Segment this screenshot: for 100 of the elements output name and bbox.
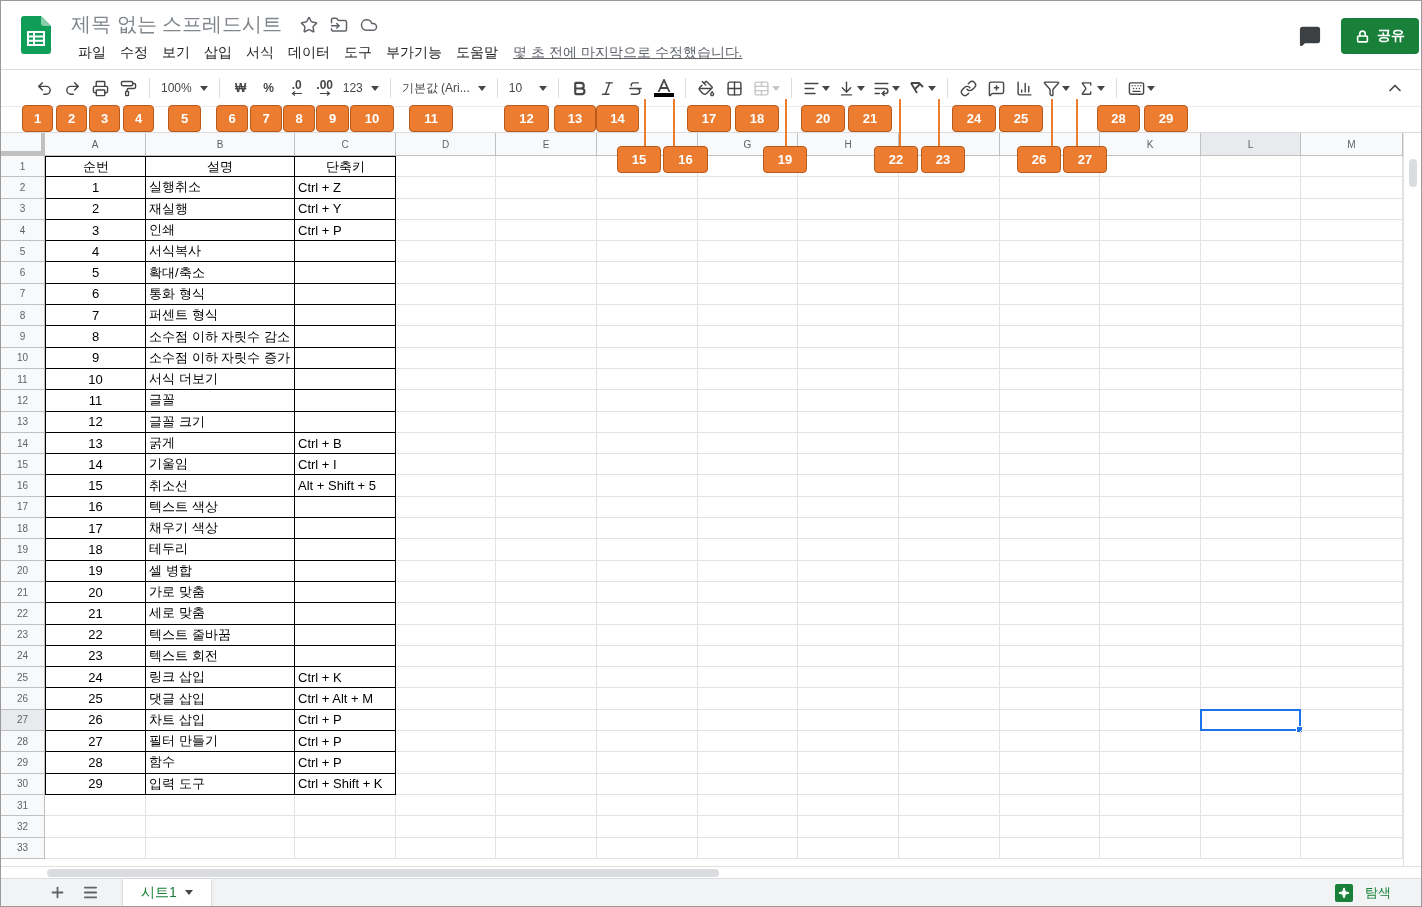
strikethrough-icon: [627, 79, 645, 97]
decimal-button[interactable]: .0: [283, 74, 310, 102]
row-header[interactable]: 9: [1, 326, 45, 348]
row-header[interactable]: 26: [1, 688, 45, 710]
share-button[interactable]: 공유: [1341, 18, 1419, 54]
leader-line: [899, 99, 901, 146]
table-cell: 1: [45, 177, 146, 199]
table-cell: Ctrl + B: [295, 432, 396, 455]
redo-icon: [63, 79, 81, 97]
format-button[interactable]: %: [255, 74, 282, 102]
table-cell: 8: [45, 326, 146, 348]
merge-cells-icon: [752, 79, 770, 97]
format-button[interactable]: ₩: [227, 74, 254, 102]
row-header[interactable]: 8: [1, 305, 45, 327]
row-header[interactable]: 23: [1, 624, 45, 646]
callout-tooltip: 24: [952, 105, 996, 132]
last-edit-link[interactable]: 몇 초 전에 마지막으로 수정했습니다.: [513, 44, 743, 62]
row-header[interactable]: 6: [1, 262, 45, 284]
table-cell: 12: [45, 411, 146, 433]
caret-icon: [771, 85, 780, 91]
row-header[interactable]: 29: [1, 752, 45, 774]
table-cell: 15: [45, 475, 146, 497]
table-cell: 링크 삽입: [146, 667, 295, 689]
table-cell: 굵게: [146, 432, 295, 455]
row-header[interactable]: 14: [1, 432, 45, 455]
menu-item[interactable]: 수정: [113, 44, 155, 62]
row-header[interactable]: 18: [1, 518, 45, 540]
selected-cell[interactable]: [1201, 709, 1301, 731]
callout-tooltip: 26: [1017, 146, 1061, 173]
column-header[interactable]: L: [1201, 133, 1301, 155]
table-cell: 통화 형식: [146, 283, 295, 306]
table-cell: 14: [45, 454, 146, 476]
row-header[interactable]: 12: [1, 390, 45, 412]
link-icon: [960, 79, 978, 97]
table-cell: 텍스트 회전: [146, 645, 295, 668]
row-header[interactable]: 10: [1, 347, 45, 369]
table-cell: 텍스트 줄바꿈: [146, 624, 295, 646]
row-header[interactable]: 17: [1, 496, 45, 519]
move-folder-icon[interactable]: [330, 15, 349, 34]
decimal-button[interactable]: .00: [311, 74, 338, 102]
leader-line: [673, 99, 675, 146]
table-cell: 세로 맞춤: [146, 603, 295, 625]
dropdown-button[interactable]: 100%: [158, 74, 211, 102]
row-header[interactable]: 20: [1, 560, 45, 582]
table-cell: Ctrl + P: [295, 752, 396, 774]
menu-item[interactable]: 데이터: [281, 44, 337, 62]
table-cell: Alt + Shift + 5: [295, 475, 396, 497]
row-header[interactable]: 22: [1, 603, 45, 625]
dropdown-button[interactable]: 10: [505, 74, 550, 102]
row-header[interactable]: 3: [1, 198, 45, 220]
menu-item[interactable]: 보기: [155, 44, 197, 62]
table-cell: 실행취소: [146, 177, 295, 199]
row-header[interactable]: 13: [1, 411, 45, 433]
menu-item[interactable]: 부가기능: [379, 44, 449, 62]
table-cell: 기울임: [146, 454, 295, 476]
row-header[interactable]: 30: [1, 773, 45, 795]
row-header[interactable]: 2: [1, 177, 45, 199]
row-header[interactable]: 16: [1, 475, 45, 497]
menu-item[interactable]: 도움말: [449, 44, 505, 62]
row-header[interactable]: 7: [1, 283, 45, 306]
row-header[interactable]: 24: [1, 645, 45, 668]
table-cell: Ctrl + P: [295, 709, 396, 731]
callout-tooltip: 21: [848, 105, 892, 132]
dropdown-button[interactable]: 기본값 (Ari...: [398, 74, 489, 102]
table-cell: 서식 더보기: [146, 368, 295, 391]
dropdown-button[interactable]: 123: [339, 74, 382, 102]
row-header[interactable]: 19: [1, 539, 45, 561]
caret-icon: [1061, 85, 1070, 91]
row-header[interactable]: 1: [1, 156, 45, 178]
row-header[interactable]: 15: [1, 454, 45, 476]
row-header[interactable]: 11: [1, 368, 45, 391]
caret-icon: [927, 85, 936, 91]
sheet-tab[interactable]: 시트1: [123, 879, 211, 906]
table-cell: 19: [45, 560, 146, 582]
row-header[interactable]: 33: [1, 837, 45, 859]
sheets-logo[interactable]: [21, 16, 51, 54]
table-cell: 설명: [146, 156, 295, 178]
row-header[interactable]: 28: [1, 731, 45, 753]
callout-tooltip: 15: [617, 146, 661, 173]
row-header[interactable]: 4: [1, 219, 45, 242]
row-header[interactable]: 32: [1, 816, 45, 838]
menu-item[interactable]: 서식: [239, 44, 281, 62]
row-header[interactable]: 5: [1, 241, 45, 263]
row-header[interactable]: 25: [1, 667, 45, 689]
document-title[interactable]: 제목 없는 스프레드시트: [71, 11, 283, 38]
callout-tooltip: 22: [874, 146, 918, 173]
table-cell: 인쇄: [146, 219, 295, 242]
row-header[interactable]: 27: [1, 709, 45, 731]
explore-button[interactable]: 탐색: [1329, 882, 1397, 903]
row-header[interactable]: 31: [1, 794, 45, 817]
menu-item[interactable]: 삽입: [197, 44, 239, 62]
star-icon[interactable]: [300, 15, 319, 34]
table-cell: 21: [45, 603, 146, 625]
row-header[interactable]: 21: [1, 581, 45, 604]
table-cell: Ctrl + I: [295, 454, 396, 476]
menu-item[interactable]: 파일: [71, 44, 113, 62]
menu-item[interactable]: 도구: [337, 44, 379, 62]
leader-line: [1076, 99, 1078, 146]
comment-icon[interactable]: [1299, 25, 1321, 47]
table-cell: 5: [45, 262, 146, 284]
